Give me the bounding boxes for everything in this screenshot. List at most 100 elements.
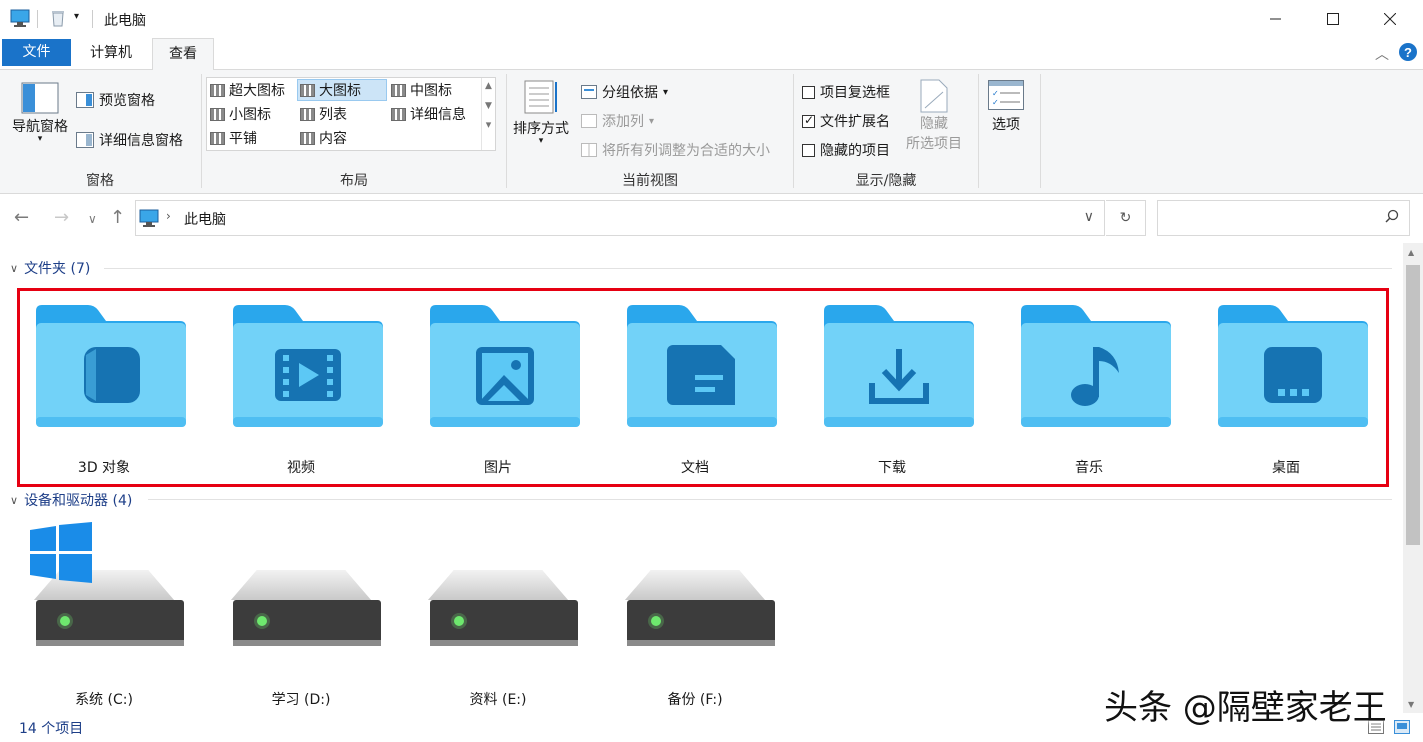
nav-pane-button[interactable]: 导航窗格 ▾ — [8, 82, 72, 144]
options-button[interactable]: ✓ ✓ 选项 — [988, 80, 1024, 134]
breadcrumb-chevron-icon[interactable]: › — [166, 209, 171, 223]
layout-list[interactable]: 列表 — [300, 103, 347, 125]
hard-drive-icon — [428, 570, 578, 646]
drive-item[interactable]: 资料 (E:) — [418, 560, 578, 710]
minimize-button[interactable] — [1247, 0, 1304, 38]
picture-icon — [430, 305, 580, 427]
recycle-bin-icon[interactable] — [50, 9, 66, 31]
address-bar[interactable]: › 此电脑 ∨ — [135, 200, 1105, 236]
close-button[interactable] — [1361, 0, 1418, 38]
quick-access-dropdown-icon[interactable]: ▾ — [74, 11, 79, 22]
folder-item[interactable]: 下载 — [812, 305, 974, 480]
details-icon — [391, 107, 406, 121]
navigation-bar: ← → ∨ ↑ › 此电脑 ∨ ↻ — [0, 195, 1423, 241]
group-by-button[interactable]: 分组依据 ▾ — [581, 82, 668, 102]
ribbon: 导航窗格 ▾ 预览窗格 详细信息窗格 窗格 布局 超大图标 大图标 中图标 小图… — [0, 70, 1423, 194]
folder-item[interactable]: 3D 对象 — [24, 305, 186, 480]
vertical-scrollbar[interactable]: ▲ ▼ — [1403, 243, 1423, 713]
large-icons-view-toggle-icon[interactable] — [1394, 720, 1410, 738]
folder-name: 3D 对象 — [77, 460, 131, 476]
drive-item[interactable]: 学习 (D:) — [221, 560, 381, 710]
section-header-folders[interactable]: ∨ 文件夹 (7) — [10, 258, 90, 278]
folder-name: 文档 — [681, 460, 709, 476]
recent-locations-chevron-icon[interactable]: ∨ — [88, 212, 97, 226]
search-input[interactable] — [1157, 200, 1410, 236]
layout-gallery: 超大图标 大图标 中图标 小图标 列表 详细信息 平铺 内容 ▲ ▼ ▾ — [206, 77, 496, 151]
refresh-button[interactable]: ↻ — [1106, 200, 1146, 236]
add-column-button[interactable]: 添加列 ▾ — [581, 111, 654, 131]
windows-logo-icon — [30, 522, 92, 583]
collapse-ribbon-icon[interactable]: ︿ — [1375, 44, 1389, 64]
file-extensions-toggle[interactable]: ✓ 文件扩展名 — [802, 111, 890, 131]
computer-icon — [139, 209, 159, 231]
drive-item[interactable]: 系统 (C:) — [24, 522, 184, 710]
back-arrow-icon[interactable]: ← — [14, 207, 29, 228]
file-explorer-window: ▾ 此电脑 文件 计算机 查看 ︿ ? 导航窗格 ▾ 预览窗格 详细信息窗格 窗… — [0, 0, 1423, 742]
folder-item[interactable]: 图片 — [418, 305, 580, 480]
fit-columns-icon — [581, 143, 597, 157]
chevron-down-icon: ▼ — [485, 101, 492, 111]
document-icon — [627, 305, 777, 427]
group-current-view: 排序方式 ▾ 分组依据 ▾ 添加列 ▾ 将所有列调整为合适的大小 当前视图 — [507, 70, 793, 194]
folder-item[interactable]: 音乐 — [1009, 305, 1171, 480]
item-checkboxes-toggle[interactable]: 项目复选框 — [802, 82, 890, 102]
preview-pane-button[interactable]: 预览窗格 — [76, 90, 155, 110]
layout-small[interactable]: 小图标 — [210, 103, 271, 125]
group-by-label: 分组依据 — [602, 85, 658, 101]
drive-name: 学习 (D:) — [271, 692, 331, 708]
checkbox-checked-icon: ✓ — [802, 112, 815, 128]
music-icon — [1021, 305, 1171, 427]
maximize-button[interactable] — [1304, 0, 1361, 38]
details-pane-label: 详细信息窗格 — [99, 133, 183, 149]
up-arrow-icon[interactable]: ↑ — [110, 207, 125, 228]
folder-name: 下载 — [878, 460, 906, 476]
folder-name: 图片 — [484, 460, 512, 476]
desktop-icon — [1218, 305, 1368, 427]
layout-gallery-scroll[interactable]: ▲ ▼ ▾ — [481, 78, 495, 150]
nav-pane-icon — [21, 82, 59, 114]
sort-by-label: 排序方式 — [513, 121, 569, 137]
sort-by-button[interactable]: 排序方式 ▾ — [513, 78, 569, 146]
preview-pane-label: 预览窗格 — [99, 93, 155, 109]
group-show-hide: 项目复选框 ✓ 文件扩展名 隐藏的项目 隐藏 所选项目 显示/隐藏 — [794, 70, 978, 194]
add-column-icon — [581, 114, 597, 128]
hide-selected-button[interactable]: 隐藏 所选项目 — [906, 78, 962, 154]
group-label-show-hide: 显示/隐藏 — [855, 173, 917, 189]
scroll-down-icon: ▼ — [1408, 700, 1415, 709]
checkbox-unchecked-icon — [802, 143, 815, 157]
scrollbar-thumb[interactable] — [1406, 265, 1420, 545]
hidden-items-toggle[interactable]: 隐藏的项目 — [802, 140, 890, 160]
layout-medium[interactable]: 中图标 — [391, 79, 452, 101]
extra-large-icons-icon — [210, 83, 225, 97]
layout-details[interactable]: 详细信息 — [391, 103, 466, 125]
drive-name: 资料 (E:) — [469, 692, 527, 708]
tab-view[interactable]: 查看 — [152, 38, 214, 71]
ribbon-tabs: 文件 计算机 查看 ︿ ? — [0, 38, 1423, 71]
tab-computer[interactable]: 计算机 — [76, 38, 146, 70]
3d-objects-icon — [36, 305, 186, 427]
layout-large[interactable]: 大图标 — [297, 79, 387, 101]
forward-arrow-icon[interactable]: → — [54, 207, 69, 228]
layout-extra-large[interactable]: 超大图标 — [210, 79, 285, 101]
tab-file[interactable]: 文件 — [2, 39, 71, 66]
drive-item[interactable]: 备份 (F:) — [615, 560, 775, 710]
section-header-drives[interactable]: ∨ 设备和驱动器 (4) — [10, 490, 132, 510]
fit-columns-button[interactable]: 将所有列调整为合适的大小 — [581, 140, 770, 160]
breadcrumb-this-pc[interactable]: 此电脑 — [184, 209, 226, 229]
folder-item[interactable]: 文档 — [615, 305, 777, 480]
large-icons-icon — [300, 83, 315, 97]
search-icon — [1385, 209, 1399, 227]
options-label: 选项 — [992, 117, 1020, 133]
help-icon[interactable]: ? — [1398, 42, 1418, 66]
layout-tiles[interactable]: 平铺 — [210, 127, 257, 149]
fit-columns-label: 将所有列调整为合适的大小 — [602, 143, 770, 159]
folder-item[interactable]: 桌面 — [1206, 305, 1368, 480]
hard-drive-icon — [231, 570, 381, 646]
folder-item[interactable]: 视频 — [221, 305, 383, 480]
svg-text:✓: ✓ — [992, 98, 999, 107]
folder-name: 桌面 — [1272, 460, 1300, 476]
hide-selected-icon — [920, 79, 948, 113]
address-dropdown-icon[interactable]: ∨ — [1084, 209, 1094, 225]
details-pane-button[interactable]: 详细信息窗格 — [76, 130, 183, 150]
layout-content[interactable]: 内容 — [300, 127, 347, 149]
